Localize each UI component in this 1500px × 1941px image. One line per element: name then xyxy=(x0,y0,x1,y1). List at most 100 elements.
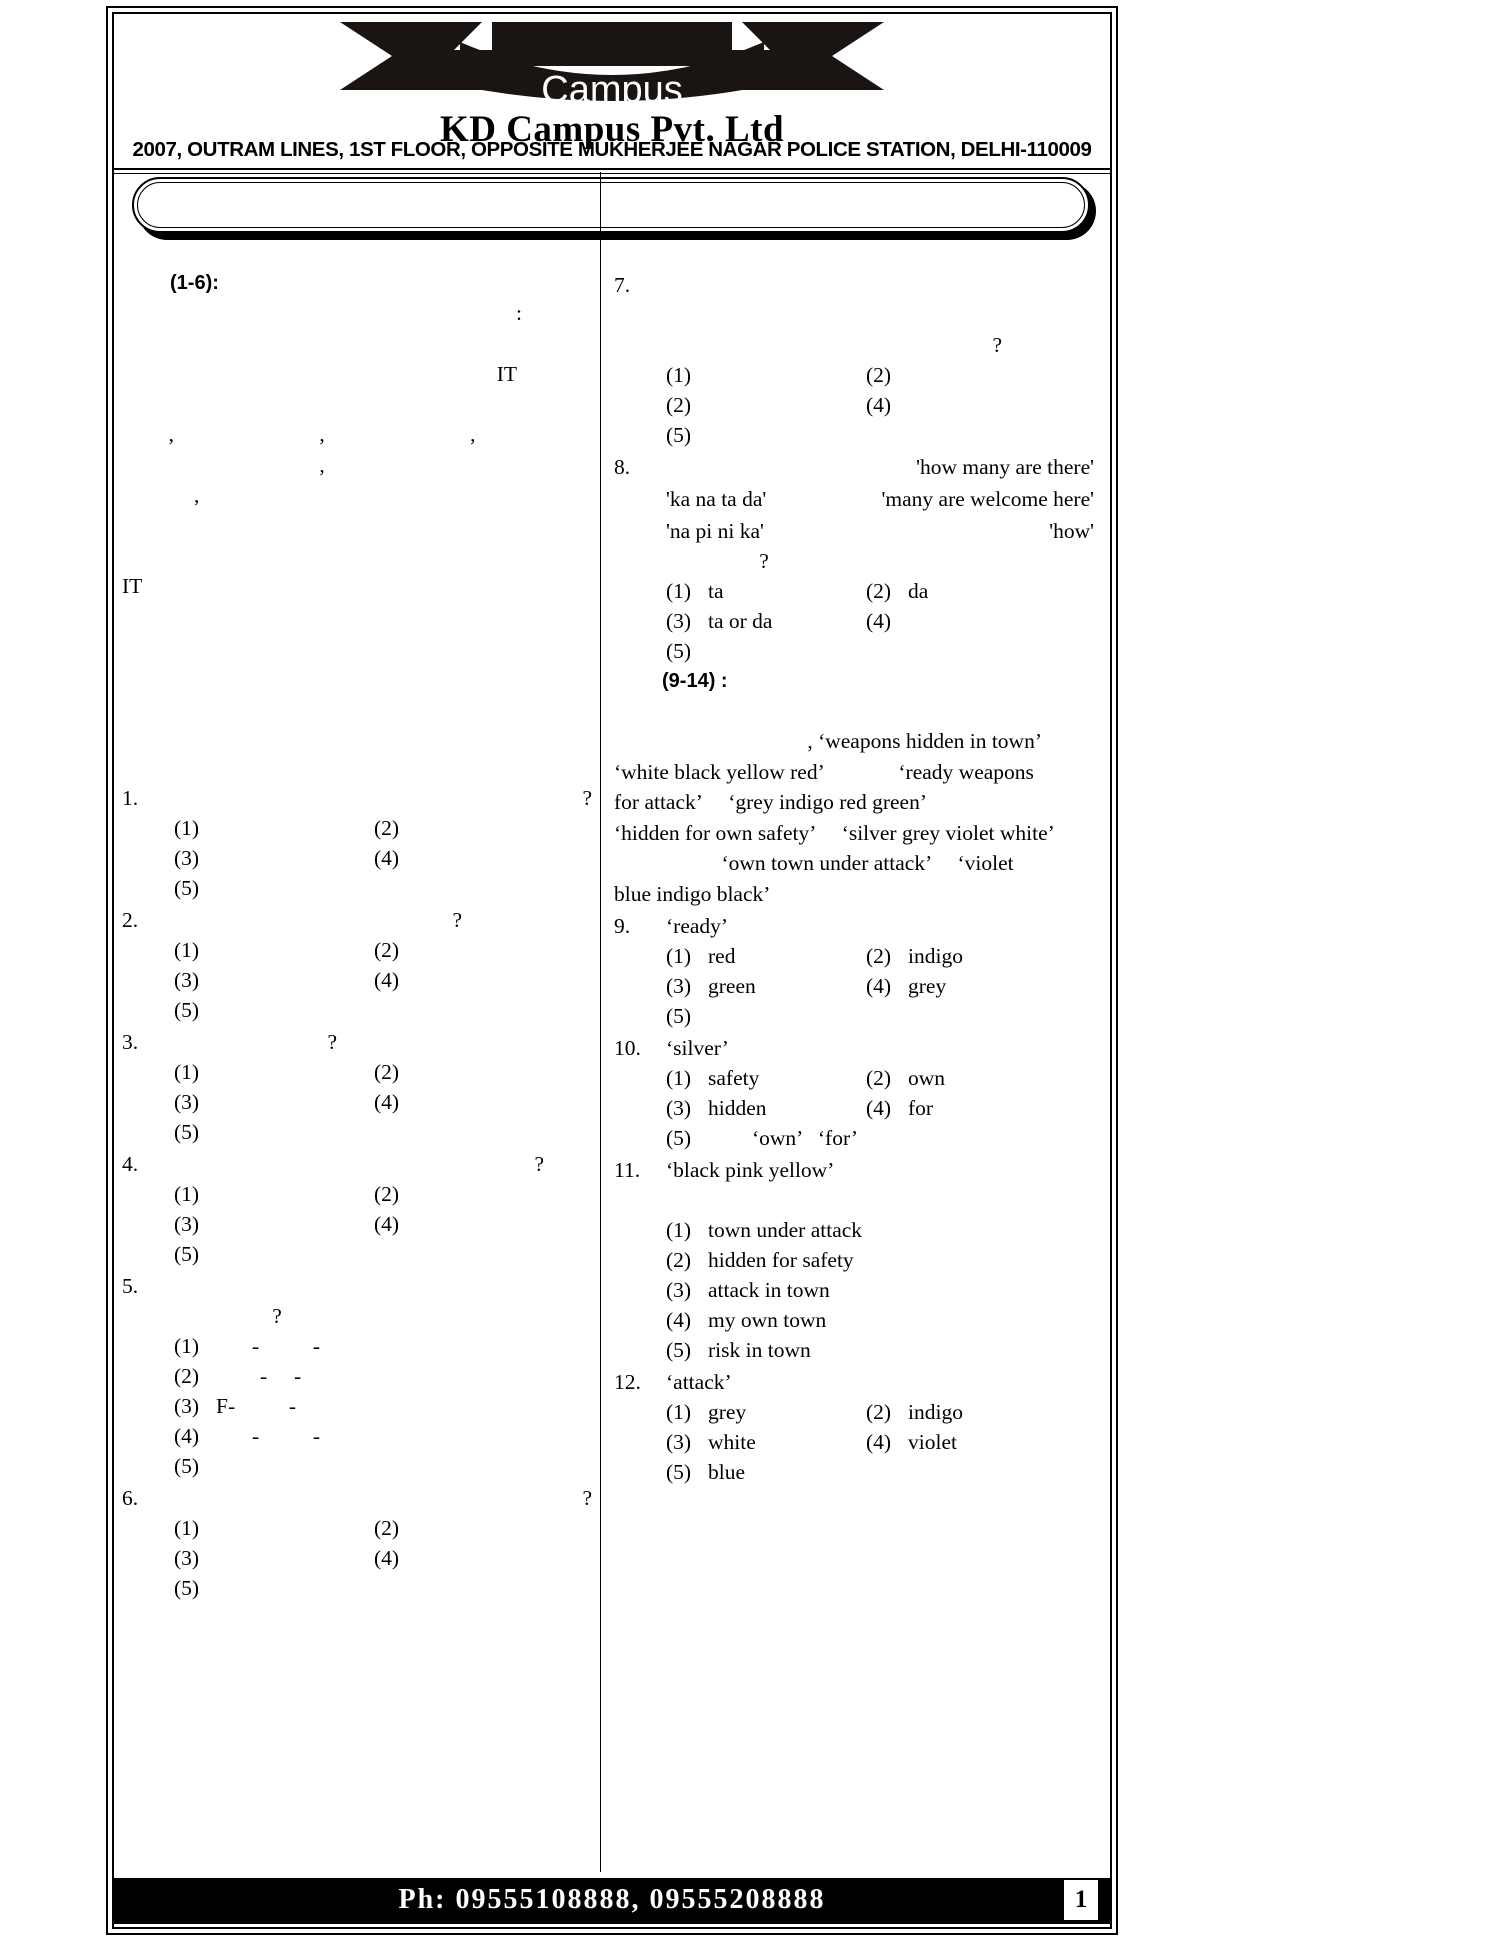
address-line: 2007, OUTRAM LINES, 1ST FLOOR, OPPOSITE … xyxy=(132,138,1092,161)
option-4[interactable]: (4) violet xyxy=(866,1427,1066,1457)
option-2[interactable]: (2) xyxy=(374,813,574,843)
option-4[interactable]: (4) grey xyxy=(866,971,1066,1001)
option-3[interactable]: (3) xyxy=(174,1209,374,1239)
option-4[interactable]: (4) xyxy=(374,1087,574,1117)
option-value: white xyxy=(708,1430,756,1454)
option-value: red xyxy=(708,944,736,968)
option-1[interactable]: (1) xyxy=(174,1513,374,1543)
option-label: (1) xyxy=(666,363,692,387)
option-1[interactable]: (1) xyxy=(666,360,866,390)
option-label: (3) xyxy=(174,1090,200,1114)
option-label: (2) xyxy=(866,363,892,387)
option-label: (4) xyxy=(374,968,400,992)
option-3[interactable]: (3) hidden xyxy=(666,1093,866,1123)
option-2[interactable]: (2) xyxy=(374,1513,574,1543)
option-5[interactable]: (5) xyxy=(174,1451,574,1481)
option-label: (5) xyxy=(666,639,692,663)
option-1[interactable]: (1) town under attack xyxy=(666,1215,1066,1245)
option-2[interactable]: (2) xyxy=(866,360,1066,390)
option-1[interactable]: (1) red xyxy=(666,941,866,971)
option-2[interactable]: (2) indigo xyxy=(866,1397,1066,1427)
option-3[interactable]: (3) xyxy=(174,965,374,995)
option-1[interactable]: (1) xyxy=(174,813,374,843)
directions-blank-line-a xyxy=(122,329,592,359)
question-11-text: ‘black pink yellow’ xyxy=(666,1158,835,1182)
option-1[interactable]: (1) - - xyxy=(174,1331,574,1361)
option-5[interactable]: (5) risk in town xyxy=(666,1335,1066,1365)
question-12: 12. ‘attack’ xyxy=(614,1367,1094,1397)
option-5[interactable]: (5) xyxy=(666,1001,1066,1031)
option-3[interactable]: (3) xyxy=(174,843,374,873)
option-4[interactable]: (4) xyxy=(374,1543,574,1573)
question-12-options: (1) grey (2) indigo (3) white (4) violet (5)… xyxy=(666,1397,1094,1487)
option-5[interactable]: (5) blue xyxy=(666,1457,1066,1487)
option-4[interactable]: (4) xyxy=(374,965,574,995)
option-4[interactable]: (4) xyxy=(866,390,1066,420)
option-2[interactable]: (2) hidden for safety xyxy=(666,1245,1066,1275)
option-label: (4) xyxy=(866,1096,892,1120)
option-3[interactable]: (3) ta or da xyxy=(666,606,866,636)
option-4[interactable]: (4) xyxy=(374,1209,574,1239)
directions-1-6-line-5: IT xyxy=(122,573,143,598)
option-value: ta or da xyxy=(708,609,773,633)
option-3[interactable]: (2) xyxy=(666,390,866,420)
option-5[interactable]: (5) xyxy=(174,1573,574,1603)
option-4[interactable]: (4) xyxy=(374,843,574,873)
option-label: (5) xyxy=(666,423,692,447)
option-2[interactable]: (2) indigo xyxy=(866,941,1066,971)
option-value: F- - xyxy=(216,1394,297,1418)
option-value: own xyxy=(908,1066,946,1090)
question-1-text: ? xyxy=(582,786,592,810)
option-5[interactable]: (5) xyxy=(174,995,574,1025)
option-5[interactable]: (5) xyxy=(174,873,574,903)
option-4[interactable]: (4) my own town xyxy=(666,1305,1066,1335)
question-9-options: (1) red (2) indigo (3) green (4) grey (5) xyxy=(666,941,1094,1031)
option-row: (3) (4) xyxy=(174,1087,592,1117)
question-8-options: (1) ta (2) da (3) ta or da (4) (5) xyxy=(666,576,1094,666)
option-2[interactable]: (2) - - xyxy=(174,1361,574,1391)
option-3[interactable]: (3) attack in town xyxy=(666,1275,1066,1305)
option-1[interactable]: (1) ta xyxy=(666,576,866,606)
option-label: (2) xyxy=(866,1066,892,1090)
option-label: (1) xyxy=(666,1218,692,1242)
option-value: da xyxy=(908,579,929,603)
option-1[interactable]: (1) safety xyxy=(666,1063,866,1093)
option-2[interactable]: (2) xyxy=(374,1179,574,1209)
option-1[interactable]: (1) xyxy=(174,935,374,965)
option-1[interactable]: (1) xyxy=(174,1057,374,1087)
option-3[interactable]: (3) F- - xyxy=(174,1391,574,1421)
option-2[interactable]: (2) xyxy=(374,1057,574,1087)
option-1[interactable]: (1) xyxy=(174,1179,374,1209)
question-6-text: ? xyxy=(582,1486,592,1510)
question-10-number: 10. xyxy=(614,1036,641,1060)
option-label: (2) xyxy=(666,1248,692,1272)
code-line-3: for attack’ ‘grey indigo red green’ xyxy=(614,790,927,814)
option-row: (1) red (2) indigo xyxy=(666,941,1094,971)
option-2[interactable]: (2) xyxy=(374,935,574,965)
question-3: 3. ? xyxy=(122,1027,592,1057)
option-4[interactable]: (4) for xyxy=(866,1093,1066,1123)
column-divider xyxy=(600,172,601,1872)
option-1[interactable]: (1) grey xyxy=(666,1397,866,1427)
option-label: (3) xyxy=(666,1096,692,1120)
option-4[interactable]: (4) xyxy=(866,606,1066,636)
option-value: - - xyxy=(252,1424,321,1448)
option-3[interactable]: (3) green xyxy=(666,971,866,1001)
option-5[interactable]: (5) xyxy=(666,420,1066,450)
option-row: (5) xyxy=(174,1573,592,1603)
option-3[interactable]: (3) xyxy=(174,1087,374,1117)
ribbon-banner-icon: Campus KD xyxy=(340,22,884,111)
option-3[interactable]: (3) xyxy=(174,1543,374,1573)
option-3[interactable]: (3) white xyxy=(666,1427,866,1457)
option-5[interactable]: (5) xyxy=(174,1239,574,1269)
option-4[interactable]: (4) - - xyxy=(174,1421,574,1451)
option-label: (2) xyxy=(866,944,892,968)
option-2[interactable]: (2) own xyxy=(866,1063,1066,1093)
option-2[interactable]: (2) da xyxy=(866,576,1066,606)
option-label: (5) xyxy=(174,876,200,900)
question-5-text: ? xyxy=(272,1304,282,1328)
option-5[interactable]: (5) xyxy=(666,636,1066,666)
option-5[interactable]: (5) ‘own’ ‘for’ xyxy=(666,1123,1066,1153)
option-5[interactable]: (5) xyxy=(174,1117,574,1147)
option-value: ‘own’ ‘for’ xyxy=(752,1126,859,1150)
